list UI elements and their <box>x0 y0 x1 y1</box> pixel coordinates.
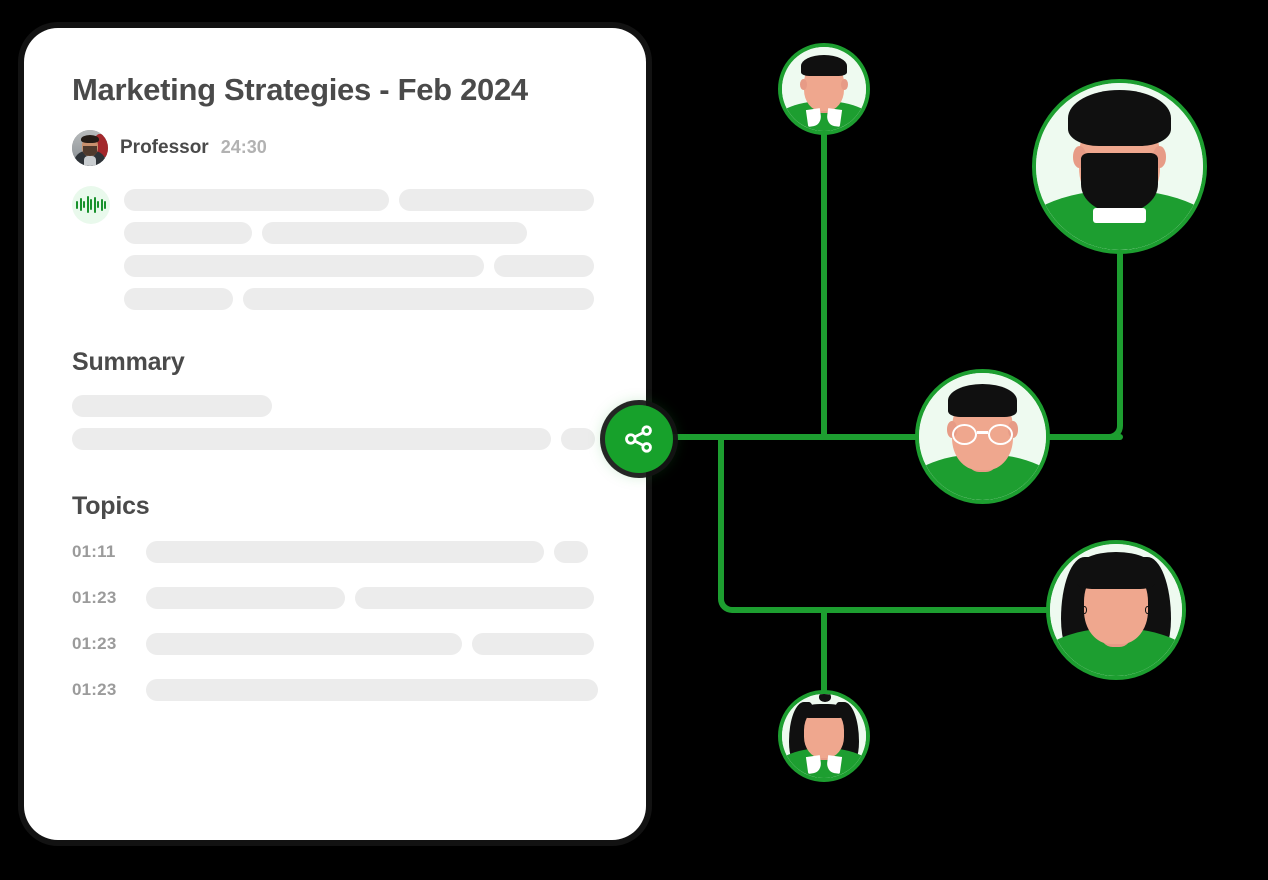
connector-bearded-elbow <box>1095 412 1123 440</box>
member-bottom-avatar[interactable] <box>778 690 870 782</box>
member-bearded-avatar[interactable] <box>1032 79 1207 254</box>
connector-top-vertical <box>821 126 827 438</box>
connector-bottom-vertical <box>821 607 827 702</box>
member-glasses-avatar[interactable] <box>915 369 1050 504</box>
member-long-hair-avatar[interactable] <box>1046 540 1186 680</box>
member-top-avatar[interactable] <box>778 43 870 135</box>
connector-main-horizontal <box>668 434 1123 440</box>
share-nodes-icon <box>625 425 652 453</box>
illustration-canvas: Marketing Strategies - Feb 2024 Professo… <box>0 0 1268 880</box>
connector-left-vertical <box>718 437 724 597</box>
share-button[interactable] <box>605 405 673 473</box>
connector-bearded-vertical <box>1117 250 1123 422</box>
connector-lower-horizontal <box>740 607 1060 613</box>
